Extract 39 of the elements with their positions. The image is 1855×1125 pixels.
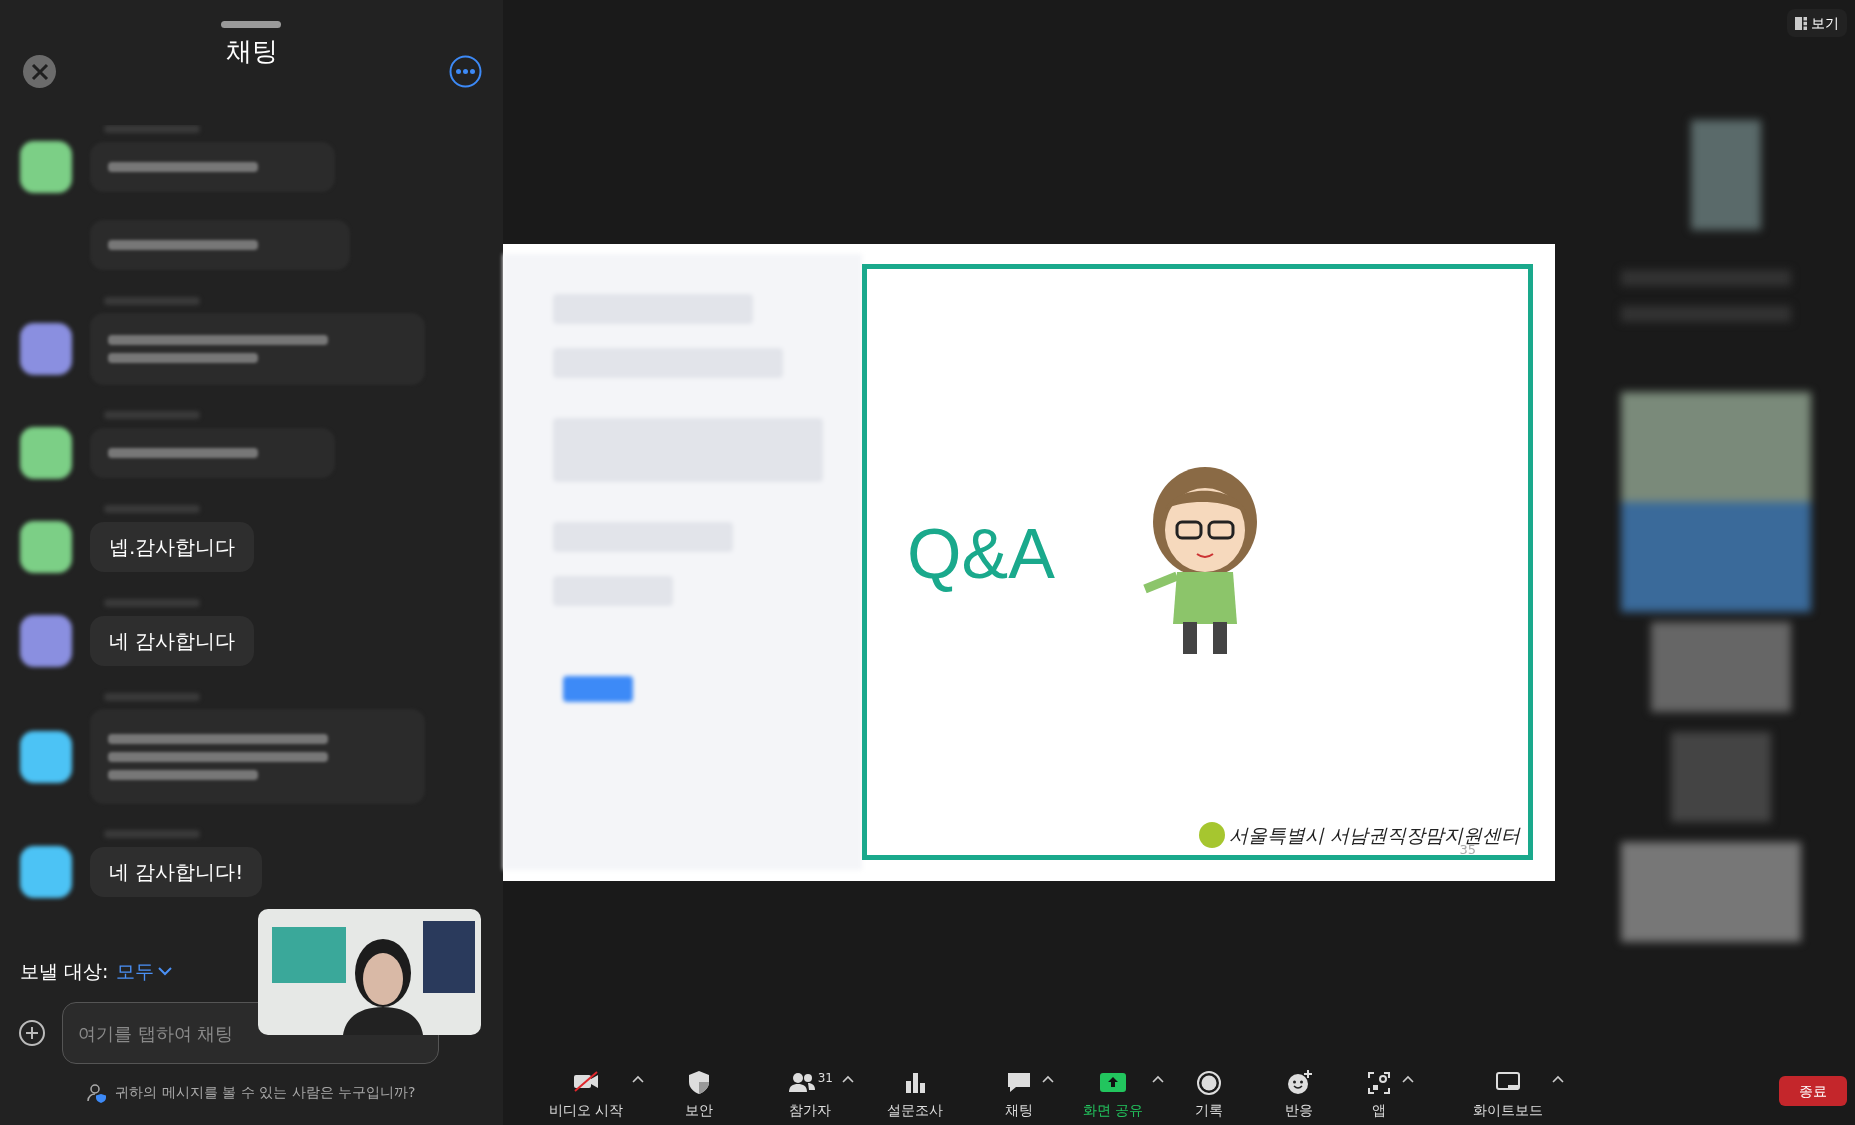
caret-up-icon[interactable] [1152,1075,1164,1083]
toolbar-button[interactable]: 기록 [1195,1069,1223,1121]
message-bubble: 넵.감사합니다 [90,522,255,572]
caret-up-icon[interactable] [1402,1075,1414,1083]
toolbar-button[interactable]: 설문조사 [887,1069,943,1121]
layout-icon [1795,16,1807,30]
close-button[interactable] [23,55,56,88]
record-icon [1195,1069,1223,1097]
add-icon[interactable] [18,1019,46,1047]
caret-up-icon[interactable] [632,1075,644,1083]
end-button[interactable]: 종료 [1779,1076,1847,1106]
drag-handle[interactable] [221,21,281,28]
recipient-dropdown[interactable]: 모두 [116,956,173,986]
toolbar-button[interactable]: 채팅 [1005,1069,1033,1121]
view-button[interactable]: 보기 [1787,9,1847,37]
toolbar-button[interactable]: 반응 [1285,1069,1313,1121]
participant-count: 31 [817,1070,833,1087]
toolbar-button[interactable]: 화이트보드 [1473,1069,1543,1121]
apps-icon [1365,1069,1393,1097]
send-to-label: 보낼 대상: [20,958,109,984]
smiley-plus-icon [1285,1069,1313,1097]
privacy-note[interactable]: 귀하의 메시지를 볼 수 있는 사람은 누구입니까? [115,1082,416,1103]
toolbar-button[interactable]: 31 참가자 [787,1069,833,1121]
toolbar-button[interactable]: 보안 [685,1069,713,1121]
toolbar-button[interactable]: 앱 [1365,1069,1393,1121]
toolbar-button[interactable]: 화면 공유 [1082,1069,1143,1121]
wall-poster [423,921,475,993]
center-logo-icon [1198,821,1225,848]
caret-up-icon[interactable] [1552,1075,1564,1083]
toolbar-button[interactable]: 비디오 시작 [548,1069,623,1121]
chevron-down-icon [158,966,173,976]
close-icon [30,62,49,81]
chat-title: 채팅 [224,35,279,68]
person-shield-icon [87,1082,108,1103]
message-bubble: 네 감사합니다! [90,847,263,897]
caret-up-icon[interactable] [842,1075,854,1083]
caret-up-icon[interactable] [1042,1075,1054,1083]
more-options-icon[interactable] [449,55,482,88]
message-bubble: 네 감사합니다 [90,616,255,666]
